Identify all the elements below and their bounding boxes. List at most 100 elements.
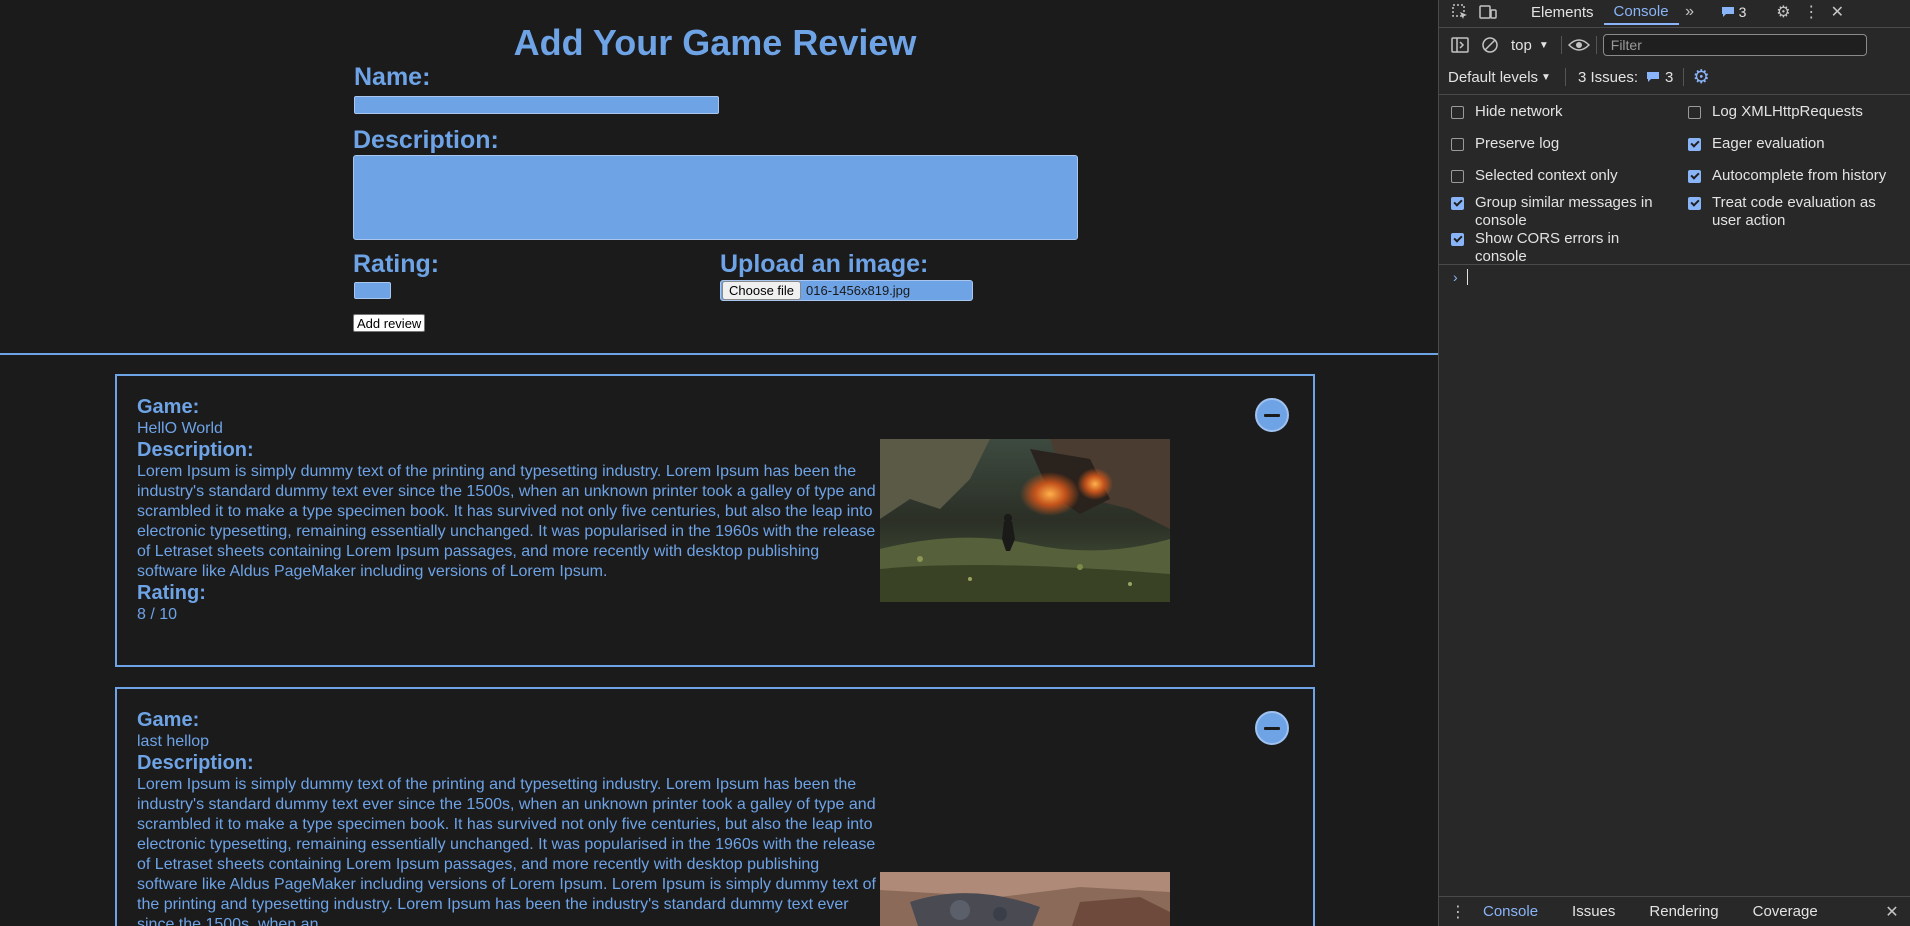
setting-autocomplete-from-history[interactable]: Autocomplete from history bbox=[1688, 167, 1903, 185]
message-icon bbox=[1721, 7, 1734, 17]
levels-row: Default levels ▼ 3 Issues: 3 ⚙ bbox=[1439, 63, 1910, 91]
inspect-element-icon[interactable] bbox=[1449, 1, 1471, 23]
review-description: Lorem Ipsum is simply dummy text of the … bbox=[137, 776, 876, 926]
drawer-tab-coverage[interactable]: Coverage bbox=[1753, 903, 1818, 920]
rating-label: Rating: bbox=[137, 582, 206, 604]
checkbox[interactable] bbox=[1451, 197, 1464, 210]
remove-review-button[interactable] bbox=[1255, 398, 1289, 432]
checkbox[interactable] bbox=[1451, 170, 1464, 183]
drawer-tab-issues[interactable]: Issues bbox=[1572, 903, 1615, 920]
rating-label: Rating: bbox=[353, 250, 440, 278]
separator bbox=[1683, 68, 1685, 86]
settings-gear-icon[interactable]: ⚙ bbox=[1772, 1, 1794, 23]
drawer-menu-icon[interactable]: ⋮ bbox=[1447, 901, 1469, 923]
setting-label: Show CORS errors in console bbox=[1475, 230, 1620, 265]
choose-file-button[interactable]: Choose file bbox=[722, 281, 802, 300]
review-content: Game: last hellop Description: Lorem Ips… bbox=[137, 709, 877, 926]
setting-log-xmlhttprequests[interactable]: Log XMLHttpRequests bbox=[1688, 103, 1903, 121]
review-card: Game: HellO World Description: Lorem Ips… bbox=[115, 374, 1315, 667]
checkbox[interactable] bbox=[1451, 106, 1464, 119]
close-drawer-icon[interactable]: ✕ bbox=[1881, 901, 1903, 923]
issues-badge[interactable]: 3 bbox=[1721, 4, 1746, 20]
close-icon[interactable]: ✕ bbox=[1826, 1, 1848, 23]
prompt-chevron-icon: › bbox=[1453, 269, 1458, 285]
remove-review-button[interactable] bbox=[1255, 711, 1289, 745]
description-textarea[interactable] bbox=[353, 155, 1078, 240]
setting-label: Treat code evaluation as user action bbox=[1712, 194, 1876, 229]
separator bbox=[1439, 27, 1910, 28]
filter-input[interactable]: Filter bbox=[1602, 34, 1867, 56]
file-name: 016-1456x819.jpg bbox=[806, 283, 911, 298]
device-toolbar-icon[interactable] bbox=[1477, 1, 1499, 23]
checkbox[interactable] bbox=[1688, 138, 1701, 151]
setting-hide-network[interactable]: Hide network bbox=[1451, 103, 1671, 121]
separator bbox=[1560, 36, 1562, 54]
setting-label: Group similar messages in console bbox=[1475, 194, 1653, 229]
log-levels-dropdown[interactable]: Default levels ▼ bbox=[1448, 69, 1551, 86]
description-label: Description: bbox=[137, 439, 254, 461]
divider bbox=[0, 353, 1438, 355]
more-tabs-icon[interactable]: » bbox=[1679, 1, 1701, 23]
drawer-tab-rendering[interactable]: Rendering bbox=[1649, 903, 1718, 920]
game-label: Game: bbox=[137, 396, 200, 418]
review-description: Lorem Ipsum is simply dummy text of the … bbox=[137, 463, 876, 580]
game-name: last hellop bbox=[137, 733, 210, 750]
setting-label: Autocomplete from history bbox=[1712, 167, 1887, 184]
setting-eager-evaluation[interactable]: Eager evaluation bbox=[1688, 135, 1903, 153]
page-area: Add Your Game Review Name: Description: … bbox=[0, 0, 1438, 926]
separator bbox=[1595, 36, 1597, 54]
console-prompt[interactable]: › bbox=[1453, 269, 1468, 285]
description-label: Description: bbox=[137, 752, 254, 774]
drawer-tab-console[interactable]: Console bbox=[1483, 903, 1538, 920]
game-name: HellO World bbox=[137, 420, 223, 437]
setting-label: Log XMLHttpRequests bbox=[1712, 103, 1863, 120]
setting-label: Eager evaluation bbox=[1712, 135, 1825, 152]
live-expression-eye-icon[interactable] bbox=[1567, 34, 1590, 56]
separator bbox=[1564, 68, 1566, 86]
setting-label: Hide network bbox=[1475, 103, 1563, 120]
description-label: Description: bbox=[353, 126, 499, 154]
rating-input[interactable] bbox=[354, 282, 391, 299]
add-review-button[interactable]: Add review bbox=[353, 314, 426, 332]
separator bbox=[1439, 94, 1910, 95]
name-label: Name: bbox=[354, 63, 431, 91]
setting-label: Preserve log bbox=[1475, 135, 1560, 152]
sidebar-toggle-icon[interactable] bbox=[1449, 34, 1471, 56]
setting-show-cors-errors-in-console[interactable]: Show CORS errors in console bbox=[1451, 230, 1671, 266]
name-input[interactable] bbox=[354, 96, 719, 114]
rating-value: 8 / 10 bbox=[137, 606, 178, 623]
message-icon bbox=[1646, 72, 1659, 82]
setting-group-similar-messages-in-console[interactable]: Group similar messages in console bbox=[1451, 194, 1671, 230]
dropdown-arrow-icon: ▼ bbox=[1541, 71, 1551, 83]
context-selector[interactable]: top ▼ bbox=[1511, 37, 1549, 54]
checkbox[interactable] bbox=[1451, 138, 1464, 151]
checkbox[interactable] bbox=[1688, 170, 1701, 183]
console-settings-gear-icon[interactable]: ⚙ bbox=[1690, 66, 1712, 88]
checkbox[interactable] bbox=[1688, 197, 1701, 210]
game-image bbox=[880, 872, 1170, 926]
page-title: Add Your Game Review bbox=[513, 22, 917, 63]
setting-label: Selected context only bbox=[1475, 167, 1618, 184]
upload-label: Upload an image: bbox=[720, 250, 929, 278]
drawer-tabbar: ⋮ Console Issues Rendering Coverage ✕ bbox=[1439, 896, 1910, 926]
checkbox[interactable] bbox=[1688, 106, 1701, 119]
separator bbox=[1439, 264, 1910, 265]
tab-console[interactable]: Console bbox=[1603, 0, 1679, 25]
clear-console-icon[interactable] bbox=[1479, 34, 1501, 56]
file-input[interactable]: Choose file 016-1456x819.jpg bbox=[720, 280, 973, 301]
more-options-icon[interactable]: ⋮ bbox=[1800, 1, 1822, 23]
review-card: Game: last hellop Description: Lorem Ips… bbox=[115, 687, 1315, 926]
checkbox[interactable] bbox=[1451, 233, 1464, 246]
devtools-toolbar: Elements Console » 3 ⚙ ⋮ ✕ bbox=[1439, 0, 1910, 25]
setting-preserve-log[interactable]: Preserve log bbox=[1451, 135, 1671, 153]
game-label: Game: bbox=[137, 709, 200, 731]
tab-elements[interactable]: Elements bbox=[1521, 0, 1604, 25]
review-content: Game: HellO World Description: Lorem Ips… bbox=[137, 396, 877, 625]
console-toolbar: top ▼ Filter bbox=[1439, 31, 1910, 59]
setting-treat-code-evaluation-as-user-action[interactable]: Treat code evaluation as user action bbox=[1688, 194, 1903, 230]
devtools-panel: Elements Console » 3 ⚙ ⋮ ✕ top ▼ Filter … bbox=[1438, 0, 1910, 926]
issues-button[interactable]: 3 Issues: 3 bbox=[1578, 69, 1673, 86]
setting-selected-context-only[interactable]: Selected context only bbox=[1451, 167, 1671, 185]
dropdown-arrow-icon: ▼ bbox=[1538, 39, 1549, 51]
text-cursor bbox=[1466, 269, 1468, 285]
